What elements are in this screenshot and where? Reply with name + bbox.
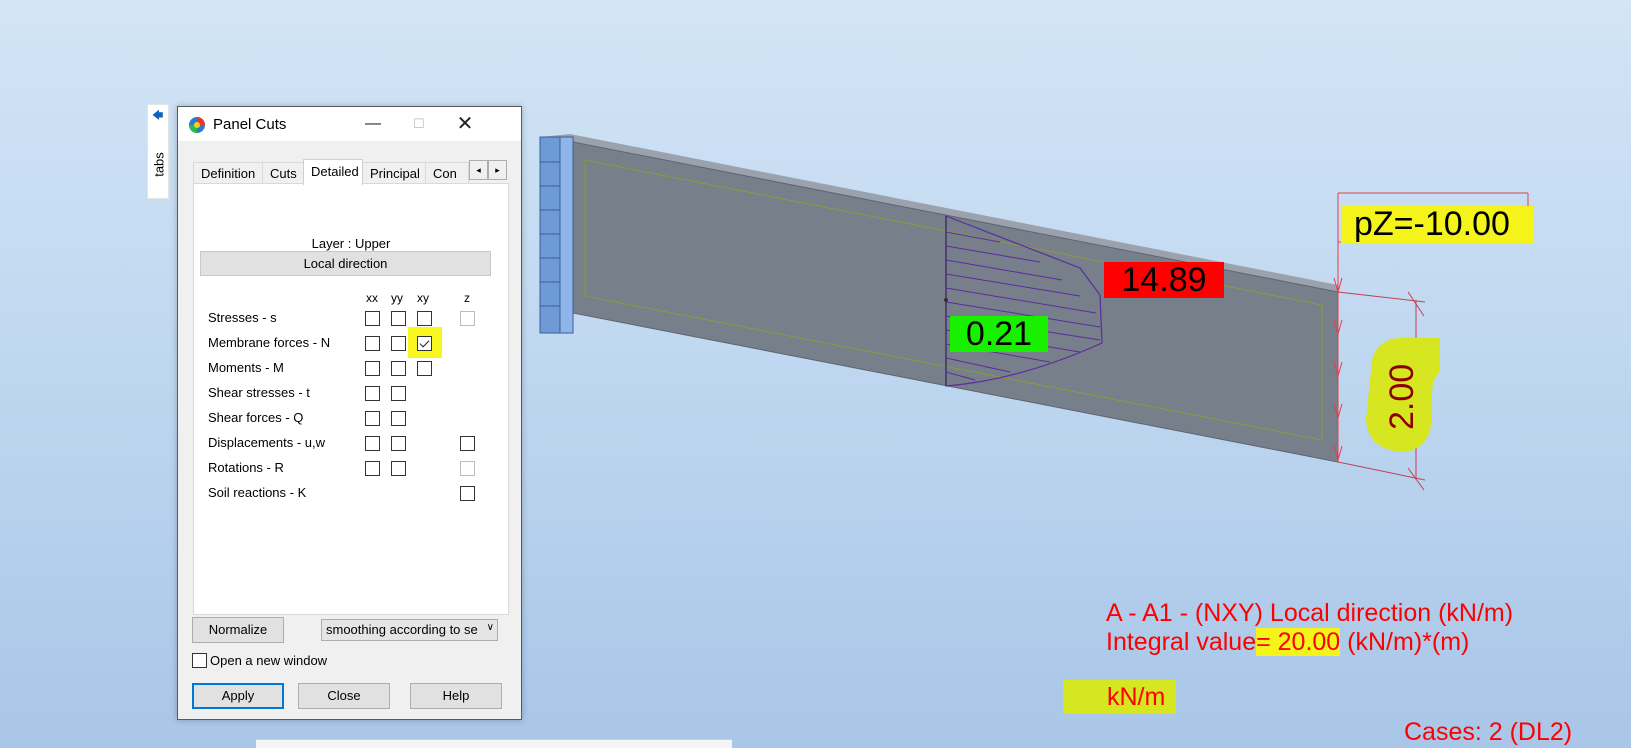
chevron-down-icon: ∨ — [483, 622, 494, 633]
row-label-shear-stresses: Shear stresses - t — [208, 385, 310, 400]
help-button[interactable]: Help — [410, 683, 502, 709]
stresses-xy-checkbox[interactable] — [417, 311, 432, 326]
shear-forces-yy-checkbox[interactable] — [391, 411, 406, 426]
slab-face — [572, 141, 1339, 463]
arrow-left-icon: 🡄 — [152, 110, 164, 122]
panel-cuts-dialog: Panel Cuts — ☐ ✕ Definition Cuts Detaile… — [177, 106, 522, 720]
tab-combinations[interactable]: Con — [425, 162, 469, 184]
support-blocks — [539, 136, 574, 334]
membrane-yy-checkbox[interactable] — [391, 336, 406, 351]
rotations-yy-checkbox[interactable] — [391, 461, 406, 476]
column-header-z: z — [464, 291, 470, 305]
row-label-soil-reactions: Soil reactions - K — [208, 485, 307, 500]
row-label-moments: Moments - M — [208, 360, 284, 375]
tab-scroll-right-button[interactable]: ▸ — [488, 160, 507, 180]
stresses-z-checkbox[interactable] — [460, 311, 475, 326]
stresses-xx-checkbox[interactable] — [365, 311, 380, 326]
dimension-label: 2.00 — [1383, 363, 1421, 430]
displacements-yy-checkbox[interactable] — [391, 436, 406, 451]
layer-label: Layer : Upper — [311, 236, 391, 251]
row-label-shear-forces: Shear forces - Q — [208, 410, 304, 425]
shear-forces-xx-checkbox[interactable] — [365, 411, 380, 426]
maximize-button[interactable]: ☐ — [396, 107, 442, 141]
direction-button[interactable]: Local direction — [200, 251, 491, 276]
side-tabs-strip[interactable]: 🡄 tabs — [147, 104, 169, 199]
rotations-xx-checkbox[interactable] — [365, 461, 380, 476]
tab-detailed[interactable]: Detailed — [303, 159, 363, 185]
legend-integral: Integral value= 20.00 (kN/m)*(m) — [1106, 628, 1470, 656]
row-label-membrane-forces: Membrane forces - N — [208, 335, 331, 350]
soil-reactions-z-checkbox[interactable] — [460, 486, 475, 501]
tab-bar: Definition Cuts Detailed Principal Con ◂… — [193, 159, 511, 185]
row-label-displacements: Displacements - u,w — [208, 435, 326, 450]
close-window-button[interactable]: ✕ — [442, 107, 488, 141]
close-button[interactable]: Close — [298, 683, 390, 709]
membrane-xy-checkbox[interactable] — [417, 336, 432, 351]
displacements-z-checkbox[interactable] — [460, 436, 475, 451]
title-bar[interactable]: Panel Cuts — ☐ ✕ — [178, 107, 521, 141]
membrane-xx-checkbox[interactable] — [365, 336, 380, 351]
tab-scroll-left-button[interactable]: ◂ — [469, 160, 488, 180]
open-new-window-label: Open a new window — [210, 653, 328, 668]
app-icon — [189, 117, 205, 133]
tab-definition[interactable]: Definition — [193, 162, 263, 184]
legend-cases: Cases: 2 (DL2) — [1404, 718, 1573, 746]
shear-stresses-xx-checkbox[interactable] — [365, 386, 380, 401]
detailed-panel: Layer : Upper Local direction xx yy xy z… — [193, 183, 509, 615]
side-tabs-label: tabs — [151, 152, 167, 177]
tab-principal[interactable]: Principal — [362, 162, 426, 184]
row-label-rotations: Rotations - R — [208, 460, 284, 475]
minimize-button[interactable]: — — [350, 107, 396, 141]
open-new-window-checkbox[interactable] — [192, 653, 207, 668]
tab-cuts[interactable]: Cuts — [262, 162, 304, 184]
rotations-z-checkbox[interactable] — [460, 461, 475, 476]
smoothing-select[interactable]: smoothing according to se ∨ — [321, 619, 498, 641]
shear-stresses-yy-checkbox[interactable] — [391, 386, 406, 401]
moments-xy-checkbox[interactable] — [417, 361, 432, 376]
displacements-xx-checkbox[interactable] — [365, 436, 380, 451]
column-header-yy: yy — [391, 291, 403, 305]
max-value-label: 14.89 — [1104, 262, 1224, 298]
legend-title: A - A1 - (NXY) Local direction (kN/m) — [1106, 599, 1514, 627]
column-header-xy: xy — [417, 291, 429, 305]
column-header-xx: xx — [366, 291, 378, 305]
window-title: Panel Cuts — [213, 116, 287, 133]
legend-unit: kN/m — [1063, 680, 1176, 714]
moments-yy-checkbox[interactable] — [391, 361, 406, 376]
min-value-label: 0.21 — [950, 316, 1048, 352]
smoothing-select-value: smoothing according to se — [326, 622, 478, 637]
bottom-toolbar-fragment — [256, 739, 732, 748]
row-label-stresses: Stresses - s — [208, 310, 277, 325]
load-value-label: pZ=-10.00 — [1341, 206, 1533, 243]
normalize-button[interactable]: Normalize — [192, 617, 284, 643]
moments-xx-checkbox[interactable] — [365, 361, 380, 376]
stresses-yy-checkbox[interactable] — [391, 311, 406, 326]
apply-button[interactable]: Apply — [192, 683, 284, 709]
